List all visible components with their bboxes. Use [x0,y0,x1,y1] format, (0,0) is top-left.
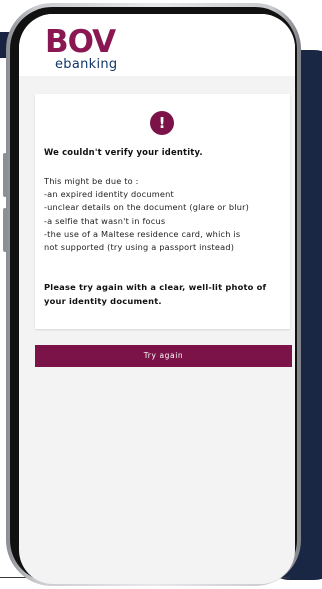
ebanking-label: ebanking [55,57,118,72]
reasons-intro: This might be due to : [44,176,139,186]
reason-item: -a selfie that wasn't in focus [44,215,166,226]
reasons-list: This might be due to : -an expired ident… [44,175,284,254]
bov-logo: BOV [45,24,116,60]
advice-text: Please try again with a clear, well-lit … [44,280,284,308]
stage: BOV ebanking ! We couldn't verify your i… [0,0,322,589]
reason-item: -an expired identity document [44,189,174,200]
error-title: We couldn't verify your identity. [44,147,203,157]
exclamation-icon: ! [150,111,174,135]
phone-screen: BOV ebanking ! We couldn't verify your i… [19,14,295,584]
advice-line: your identity document. [44,296,162,306]
phone-frame: BOV ebanking ! We couldn't verify your i… [3,3,301,586]
reason-item: -unclear details on the document (glare … [44,202,250,213]
phone-side-button [3,153,7,197]
app-header: BOV ebanking [19,14,295,76]
phone-side-button [3,208,7,252]
advice-line: Please try again with a clear, well-lit … [44,282,267,292]
reason-item: not supported (try using a passport inst… [44,242,235,253]
try-again-button[interactable]: Try again [35,345,292,367]
reason-item: -the use of a Maltese residence card, wh… [44,228,241,239]
error-card: ! We couldn't verify your identity. This… [35,94,290,329]
